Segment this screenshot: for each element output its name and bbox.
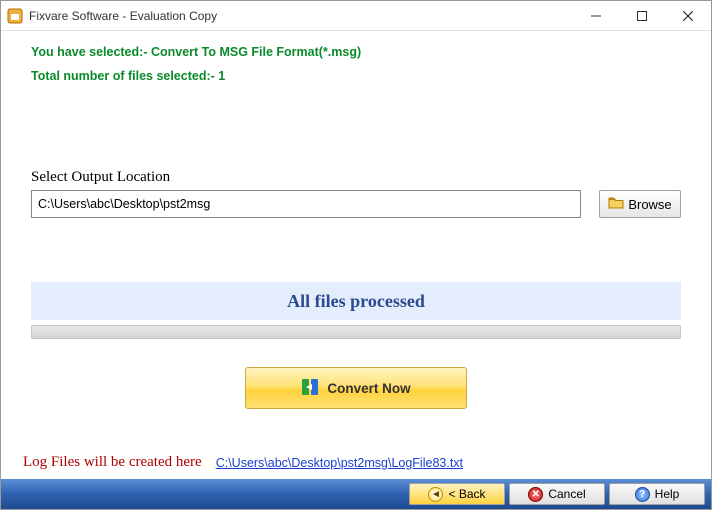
browse-button[interactable]: Browse <box>599 190 681 218</box>
close-button[interactable] <box>665 1 711 30</box>
status-section: All files processed <box>31 282 681 339</box>
help-label: Help <box>655 487 680 501</box>
file-count-info: Total number of files selected:- 1 <box>31 69 681 83</box>
cancel-button[interactable]: ✕ Cancel <box>509 483 605 505</box>
convert-now-button[interactable]: Convert Now <box>245 367 467 409</box>
log-line: Log Files will be created here C:\Users\… <box>23 454 463 471</box>
back-button[interactable]: ◄ < Back <box>409 483 505 505</box>
minimize-button[interactable] <box>573 1 619 30</box>
content-area: You have selected:- Convert To MSG File … <box>1 31 711 409</box>
titlebar: Fixvare Software - Evaluation Copy <box>1 1 711 31</box>
window-title: Fixvare Software - Evaluation Copy <box>29 9 573 23</box>
app-icon <box>7 8 23 24</box>
bottom-nav-bar: ◄ < Back ✕ Cancel ? Help <box>1 479 711 509</box>
folder-icon <box>608 196 624 213</box>
progress-bar <box>31 325 681 339</box>
help-icon: ? <box>635 487 650 502</box>
help-button[interactable]: ? Help <box>609 483 705 505</box>
back-label: < Back <box>448 487 485 501</box>
output-section: Select Output Location Browse <box>31 169 681 218</box>
selection-info: You have selected:- Convert To MSG File … <box>31 45 681 59</box>
convert-label: Convert Now <box>327 381 410 396</box>
browse-label: Browse <box>628 197 671 212</box>
maximize-button[interactable] <box>619 1 665 30</box>
output-location-label: Select Output Location <box>31 169 681 186</box>
window-controls <box>573 1 711 30</box>
cancel-label: Cancel <box>548 487 585 501</box>
status-text: All files processed <box>31 282 681 320</box>
convert-icon <box>301 378 319 399</box>
output-row: Browse <box>31 190 681 218</box>
log-label: Log Files will be created here <box>23 454 202 471</box>
back-arrow-icon: ◄ <box>428 487 443 502</box>
output-path-input[interactable] <box>31 190 581 218</box>
log-file-link[interactable]: C:\Users\abc\Desktop\pst2msg\LogFile83.t… <box>216 456 463 470</box>
cancel-icon: ✕ <box>528 487 543 502</box>
convert-wrap: Convert Now <box>31 367 681 409</box>
